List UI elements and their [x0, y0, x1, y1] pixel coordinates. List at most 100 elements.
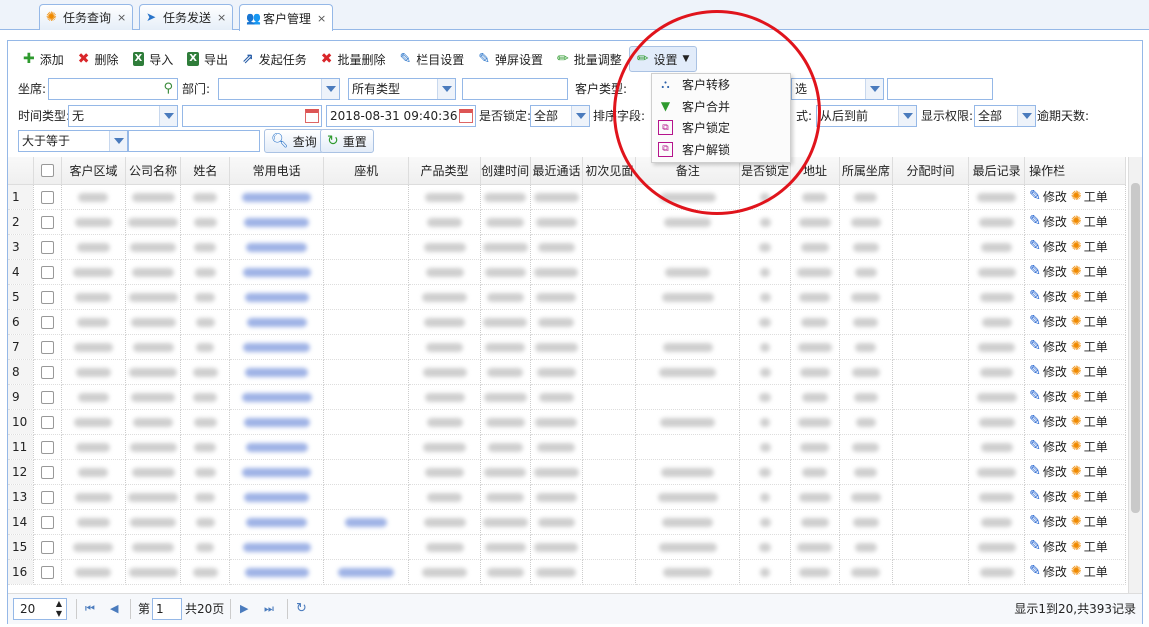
column-header[interactable]: 姓名	[180, 157, 231, 185]
settings-button[interactable]: ✏ 设置 ▼	[628, 46, 698, 72]
ticket-button[interactable]: ✺ 工单	[1071, 413, 1108, 430]
table-row[interactable]: 3 ✎ 修改 ✺ 工单	[8, 234, 1126, 260]
table-row[interactable]: 10 ✎ 修改 ✺ 工单	[8, 409, 1126, 435]
batch-delete-button[interactable]: ✖ 批量删除	[314, 46, 393, 72]
column-header[interactable]: 客户区域	[61, 157, 126, 185]
query-button[interactable]: 🔍︎ 查询	[264, 129, 324, 153]
row-checkbox[interactable]	[33, 234, 63, 260]
customer-type-text-input[interactable]	[887, 78, 993, 100]
time-type-select[interactable]: 无	[68, 105, 178, 127]
ticket-button[interactable]: ✺ 工单	[1071, 538, 1108, 555]
ticket-button[interactable]: ✺ 工单	[1071, 338, 1108, 355]
edit-button[interactable]: ✎ 修改	[1029, 413, 1067, 430]
column-header[interactable]: 创建时间	[480, 157, 531, 185]
table-row[interactable]: 16 ✎ 修改 ✺ 工单	[8, 559, 1126, 585]
ticket-button[interactable]: ✺ 工单	[1071, 313, 1108, 330]
table-row[interactable]: 5 ✎ 修改 ✺ 工单	[8, 284, 1126, 310]
column-header[interactable]: 所属坐席	[839, 157, 893, 185]
tab-task-query[interactable]: ✺ 任务查询 ×	[39, 4, 134, 30]
type-text-input[interactable]	[462, 78, 568, 100]
tab-customer-management[interactable]: 👥 客户管理 ×	[239, 4, 334, 31]
edit-button[interactable]: ✎ 修改	[1029, 263, 1067, 280]
row-checkbox[interactable]	[33, 259, 63, 285]
locked-select[interactable]: 全部	[530, 105, 590, 127]
refresh-icon[interactable]: ↻	[296, 598, 307, 620]
column-header[interactable]: 初次见面	[582, 157, 637, 185]
column-header[interactable]: 公司名称	[125, 157, 182, 185]
export-button[interactable]: X 导出	[180, 46, 235, 72]
ticket-button[interactable]: ✺ 工单	[1071, 488, 1108, 505]
ticket-button[interactable]: ✺ 工单	[1071, 563, 1108, 580]
edit-button[interactable]: ✎ 修改	[1029, 363, 1067, 380]
delete-button[interactable]: ✖ 删除	[71, 46, 126, 72]
ticket-button[interactable]: ✺ 工单	[1071, 288, 1108, 305]
type-select[interactable]: 所有类型	[348, 78, 456, 100]
last-page-icon[interactable]: ⏭	[264, 598, 274, 620]
row-checkbox[interactable]	[33, 209, 63, 235]
dept-select[interactable]	[218, 78, 340, 100]
tab-task-send[interactable]: ➤ 任务发送 ×	[139, 4, 234, 30]
batch-adjust-button[interactable]: ✏ 批量调整	[550, 46, 629, 72]
column-header[interactable]: 分配时间	[892, 157, 970, 185]
row-checkbox[interactable]	[33, 184, 63, 210]
table-row[interactable]: 14 ✎ 修改 ✺ 工单	[8, 509, 1126, 535]
overdue-days-input[interactable]	[128, 130, 260, 152]
column-settings-button[interactable]: ✎ 栏目设置	[392, 46, 471, 72]
edit-button[interactable]: ✎ 修改	[1029, 513, 1067, 530]
table-row[interactable]: 13 ✎ 修改 ✺ 工单	[8, 484, 1126, 510]
edit-button[interactable]: ✎ 修改	[1029, 213, 1067, 230]
edit-button[interactable]: ✎ 修改	[1029, 238, 1067, 255]
ticket-button[interactable]: ✺ 工单	[1071, 388, 1108, 405]
compare-select[interactable]: 大于等于	[18, 130, 128, 152]
table-row[interactable]: 12 ✎ 修改 ✺ 工单	[8, 459, 1126, 485]
ticket-button[interactable]: ✺ 工单	[1071, 513, 1108, 530]
table-row[interactable]: 7 ✎ 修改 ✺ 工单	[8, 334, 1126, 360]
row-checkbox[interactable]	[33, 284, 63, 310]
customer-type-select[interactable]: 选	[791, 78, 884, 100]
column-header[interactable]: 最近通话	[530, 157, 584, 185]
row-checkbox[interactable]	[33, 534, 63, 560]
edit-button[interactable]: ✎ 修改	[1029, 563, 1067, 580]
first-page-icon[interactable]: ⏮	[85, 598, 95, 620]
date-start-input[interactable]	[182, 105, 322, 127]
close-icon[interactable]: ×	[217, 11, 226, 24]
reset-button[interactable]: ↻ 重置	[320, 129, 374, 153]
close-icon[interactable]: ×	[117, 11, 126, 24]
table-row[interactable]: 2 ✎ 修改 ✺ 工单	[8, 209, 1126, 235]
row-checkbox[interactable]	[33, 484, 63, 510]
table-row[interactable]: 11 ✎ 修改 ✺ 工单	[8, 434, 1126, 460]
row-checkbox[interactable]	[33, 309, 63, 335]
seat-input[interactable]: ⚲	[48, 78, 178, 100]
page-size-select[interactable]: 20 ▲ ▼	[13, 598, 67, 620]
row-checkbox[interactable]	[33, 509, 63, 535]
column-header[interactable]: 座机	[323, 157, 410, 185]
edit-button[interactable]: ✎ 修改	[1029, 538, 1067, 555]
ticket-button[interactable]: ✺ 工单	[1071, 363, 1108, 380]
page-number-input[interactable]: 1	[152, 598, 182, 620]
close-icon[interactable]: ×	[317, 12, 326, 25]
column-header[interactable]: 地址	[790, 157, 840, 185]
scrollbar-thumb[interactable]	[1131, 183, 1140, 513]
row-checkbox[interactable]	[33, 459, 63, 485]
vertical-scrollbar[interactable]	[1128, 157, 1142, 593]
column-header[interactable]: 最后记录	[968, 157, 1026, 185]
add-button[interactable]: ✚ 添加	[16, 46, 71, 72]
column-header[interactable]: 产品类型	[408, 157, 481, 185]
start-task-button[interactable]: ⇗ 发起任务	[235, 46, 314, 72]
column-header[interactable]: 常用电话	[229, 157, 324, 185]
edit-button[interactable]: ✎ 修改	[1029, 188, 1067, 205]
row-checkbox[interactable]	[33, 559, 63, 585]
ticket-button[interactable]: ✺ 工单	[1071, 213, 1108, 230]
table-row[interactable]: 1 ✎ 修改 ✺ 工单	[8, 184, 1126, 210]
permission-select[interactable]: 全部	[974, 105, 1036, 127]
menu-item-customer-merge[interactable]: ▼ 客户合并	[652, 96, 790, 118]
ticket-button[interactable]: ✺ 工单	[1071, 263, 1108, 280]
import-button[interactable]: X 导入	[126, 46, 181, 72]
ticket-button[interactable]: ✺ 工单	[1071, 238, 1108, 255]
row-checkbox[interactable]	[33, 409, 63, 435]
table-row[interactable]: 4 ✎ 修改 ✺ 工单	[8, 259, 1126, 285]
date-end-input[interactable]: 2018-08-31 09:40:36	[326, 105, 476, 127]
edit-button[interactable]: ✎ 修改	[1029, 463, 1067, 480]
prev-page-icon[interactable]: ◀	[110, 598, 118, 620]
select-all-checkbox[interactable]	[33, 157, 63, 185]
